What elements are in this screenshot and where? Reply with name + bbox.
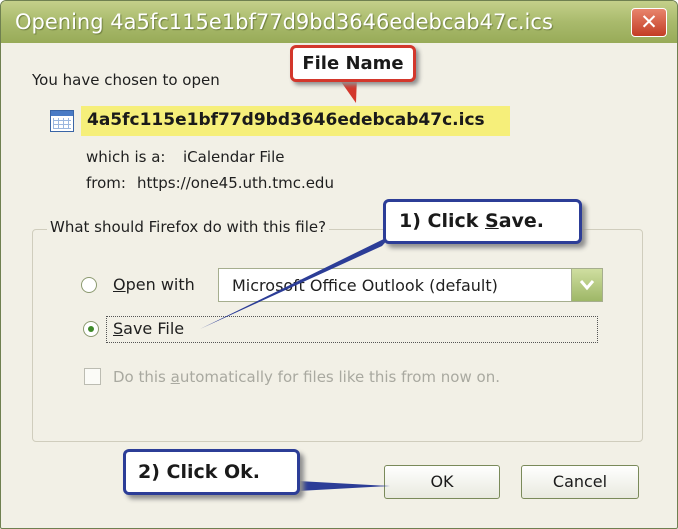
close-button[interactable]: ✕ [631, 8, 667, 37]
application-select-value: Microsoft Office Outlook (default) [232, 276, 498, 295]
chosen-to-open-text: You have chosen to open [32, 71, 220, 89]
file-name: 4a5fc115e1bf77d9bd3646edebcab47c.ics [87, 110, 485, 130]
step1-callout: 1) Click Save. [383, 199, 582, 244]
save-file-label[interactable]: Save File [113, 319, 184, 338]
save-file-radio[interactable] [83, 321, 99, 337]
close-icon: ✕ [640, 10, 658, 34]
open-with-radio[interactable] [81, 277, 97, 293]
action-group-legend: What should Firefox do with this file? [47, 218, 330, 236]
dropdown-button[interactable] [571, 269, 602, 301]
which-is-label: which is a: [86, 148, 166, 166]
ok-button[interactable]: OK [384, 465, 500, 499]
file-name-callout: File Name [290, 45, 416, 82]
chevron-down-icon [579, 280, 595, 291]
step2-callout: 2) Click Ok. [123, 449, 300, 495]
file-type-value: iCalendar File [183, 148, 285, 166]
auto-action-checkbox[interactable] [84, 368, 101, 385]
from-label: from: [86, 174, 126, 192]
source-url-value: https://one45.uth.tmc.edu [137, 174, 334, 192]
application-select[interactable]: Microsoft Office Outlook (default) [218, 268, 603, 302]
cancel-button[interactable]: Cancel [521, 465, 639, 499]
calendar-icon [50, 110, 74, 132]
dialog-title: Opening 4a5fc115e1bf77d9bd3646edebcab47c… [15, 10, 553, 34]
open-with-label[interactable]: Open with [113, 275, 195, 294]
title-bar: Opening 4a5fc115e1bf77d9bd3646edebcab47c… [1, 1, 677, 43]
auto-action-label[interactable]: Do this automatically for files like thi… [113, 368, 500, 386]
